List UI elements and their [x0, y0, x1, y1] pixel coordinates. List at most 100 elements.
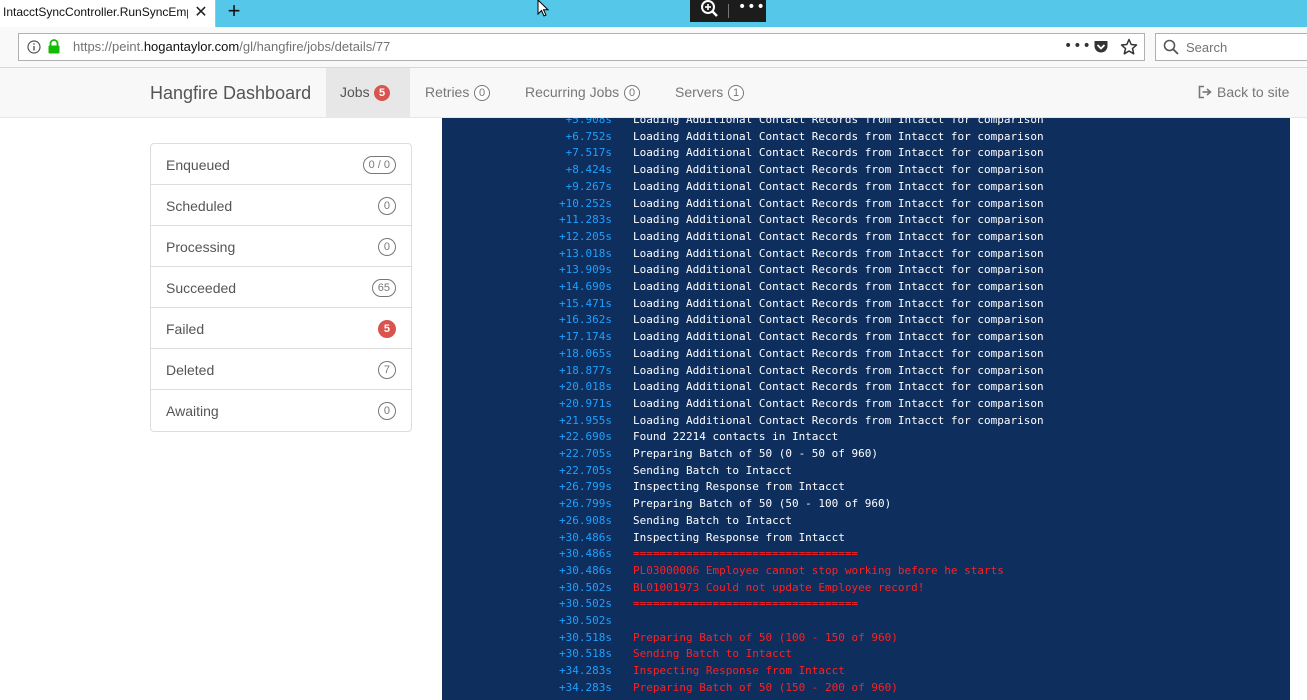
console-message: Inspecting Response from Intacct: [633, 530, 845, 544]
console-timestamp: +34.283s: [559, 680, 612, 694]
console-line: +34.283s Preparing Batch of 50 (150 - 200…: [442, 680, 1290, 696]
console-line: +30.518s Preparing Batch of 50 (100 - 150…: [442, 630, 1290, 646]
new-tab-button[interactable]: +: [222, 0, 246, 24]
console-timestamp: +26.908s: [559, 513, 612, 527]
sidebar-item-enqueued[interactable]: Enqueued 0 / 0: [151, 144, 411, 185]
console-timestamp: +9.267s: [565, 179, 612, 193]
console-timestamp: +22.705s: [559, 447, 612, 460]
console-timestamp: +10.252s: [559, 196, 612, 210]
zoom-in-icon[interactable]: [698, 0, 722, 21]
job-state-list: Enqueued 0 / 0 Scheduled 0 Processing 0 …: [150, 143, 412, 432]
console-timestamp: +20.971s: [559, 396, 612, 410]
console-message: Found 22214 contacts in Intacct: [633, 430, 839, 444]
sidebar-item-label: Deleted: [166, 362, 215, 378]
console-timestamp: +16.362s: [559, 313, 612, 327]
console-line: +10.252s Loading Additional Contact Recor…: [442, 196, 1290, 212]
console-message: Sending Batch to Intacct: [633, 513, 792, 527]
console-timestamp: +15.471s: [559, 296, 612, 310]
console-message: Loading Additional Contact Records from …: [633, 280, 1044, 293]
console-message: Loading Additional Contact Records from …: [633, 330, 1044, 344]
sidebar-item-label: Processing: [166, 239, 236, 255]
console-timestamp: +26.799s: [559, 497, 612, 511]
lock-icon[interactable]: [47, 39, 61, 54]
count-badge: 5: [377, 320, 396, 338]
mouse-cursor-icon: [537, 0, 550, 17]
console-timestamp: +30.518s: [559, 647, 612, 661]
console-timestamp: +5.908s: [565, 118, 612, 126]
console-message: Loading Additional Contact Records from …: [633, 118, 1044, 126]
console-line: +30.486s Inspecting Response from Intacct: [442, 530, 1290, 546]
nav-servers-label: Servers: [675, 84, 724, 100]
console-line: +13.018s Loading Additional Contact Recor…: [442, 246, 1290, 262]
back-to-site-label: Back to site: [1217, 84, 1290, 100]
bookmark-star-icon[interactable]: [1120, 38, 1138, 56]
console-message: ==================================: [633, 547, 859, 561]
console-timestamp: +18.065s: [559, 346, 612, 360]
console-timestamp: +30.486s: [559, 547, 612, 561]
nav-retries[interactable]: Retries 0: [412, 68, 500, 117]
console-line: +11.283s Loading Additional Contact Recor…: [442, 212, 1290, 228]
console-timestamp: +21.955s: [559, 413, 612, 427]
console-message: Loading Additional Contact Records from …: [633, 380, 1044, 394]
console-timestamp: +13.018s: [559, 246, 612, 260]
console-timestamp: +30.518s: [559, 630, 612, 644]
count-badge: 0: [377, 197, 396, 215]
console-message: Sending Batch to Intacct: [633, 647, 792, 661]
nav-retries-label: Retries: [425, 84, 470, 100]
search-input[interactable]: Search: [1186, 40, 1227, 55]
console-message: Inspecting Response from Intacct: [633, 664, 845, 678]
console-message: Loading Additional Contact Records from …: [633, 413, 1044, 427]
console-line: +21.955s Loading Additional Contact Recor…: [442, 413, 1290, 429]
console-message: ==================================: [633, 597, 859, 611]
tab-title: IntacctSyncController.RunSyncEmp: [3, 5, 188, 19]
console-line: +22.705s Sending Batch to Intacct: [442, 463, 1290, 479]
url-text[interactable]: https://peint.hogantaylor.com/gl/hangfir…: [73, 39, 390, 54]
console-line: +14.690s Loading Additional Contact Recor…: [442, 279, 1290, 295]
console-message: PL03000006 Employee cannot stop working …: [633, 563, 1004, 577]
sidebar-item-deleted[interactable]: Deleted 7: [151, 349, 411, 390]
console-line: +5.908s Loading Additional Contact Record…: [442, 118, 1290, 128]
toolbar-divider: [728, 4, 729, 18]
console-timestamp: +26.799s: [559, 480, 612, 494]
sidebar-item-processing[interactable]: Processing 0: [151, 226, 411, 267]
nav-servers[interactable]: Servers 1: [662, 68, 760, 117]
tab-close-icon[interactable]: ✕: [192, 2, 210, 22]
nav-recurring-jobs[interactable]: Recurring Jobs 0: [512, 68, 652, 117]
search-bar[interactable]: Search: [1155, 33, 1307, 61]
console-message: Loading Additional Contact Records from …: [633, 296, 1044, 310]
count-badge: 0: [377, 402, 396, 420]
nav-jobs-badge: 5: [374, 85, 391, 101]
console-message: Loading Additional Contact Records from …: [633, 213, 1044, 227]
nav-servers-badge: 1: [728, 85, 745, 101]
console-message: Loading Additional Contact Records from …: [633, 196, 1044, 210]
url-domain: hogantaylor.com: [143, 39, 240, 54]
page-actions-icon[interactable]: •••: [1064, 39, 1091, 54]
console-message: Preparing Batch of 50 (100 - 150 of 960): [633, 630, 898, 644]
console-timestamp: +18.877s: [559, 363, 612, 377]
nav-recurring-label: Recurring Jobs: [525, 84, 620, 100]
pocket-icon[interactable]: [1093, 39, 1109, 55]
sidebar-item-awaiting[interactable]: Awaiting 0: [151, 390, 411, 431]
console-line: +18.065s Loading Additional Contact Recor…: [442, 346, 1290, 362]
sidebar-item-failed[interactable]: Failed 5: [151, 308, 411, 349]
browser-navbar: https://peint.hogantaylor.com/gl/hangfir…: [0, 27, 1307, 68]
address-bar[interactable]: https://peint.hogantaylor.com/gl/hangfir…: [18, 33, 1145, 61]
sidebar-item-scheduled[interactable]: Scheduled 0: [151, 185, 411, 226]
job-console-log[interactable]: +5.908s Loading Additional Contact Record…: [442, 118, 1290, 700]
browser-tab-strip: IntacctSyncController.RunSyncEmp ✕ + •••: [0, 0, 1307, 27]
console-timestamp: +13.909s: [559, 263, 612, 277]
console-line: +30.486s ================================…: [442, 546, 1290, 562]
browser-tab[interactable]: IntacctSyncController.RunSyncEmp ✕: [0, 0, 216, 27]
console-message: Loading Additional Contact Records from …: [633, 179, 1044, 193]
info-icon[interactable]: [27, 40, 41, 54]
console-line: +7.517s Loading Additional Contact Record…: [442, 145, 1290, 161]
console-message: Loading Additional Contact Records from …: [633, 363, 1044, 377]
console-timestamp: +22.705s: [559, 463, 612, 477]
console-message: Loading Additional Contact Records from …: [633, 313, 1044, 327]
sidebar-item-succeeded[interactable]: Succeeded 65: [151, 267, 411, 308]
console-line: +26.799s Inspecting Response from Intacct: [442, 479, 1290, 495]
console-timestamp: +22.690s: [559, 430, 612, 444]
nav-jobs[interactable]: Jobs 5: [326, 68, 410, 117]
more-options-icon[interactable]: •••: [738, 0, 765, 18]
brand-title[interactable]: Hangfire Dashboard: [150, 83, 311, 104]
